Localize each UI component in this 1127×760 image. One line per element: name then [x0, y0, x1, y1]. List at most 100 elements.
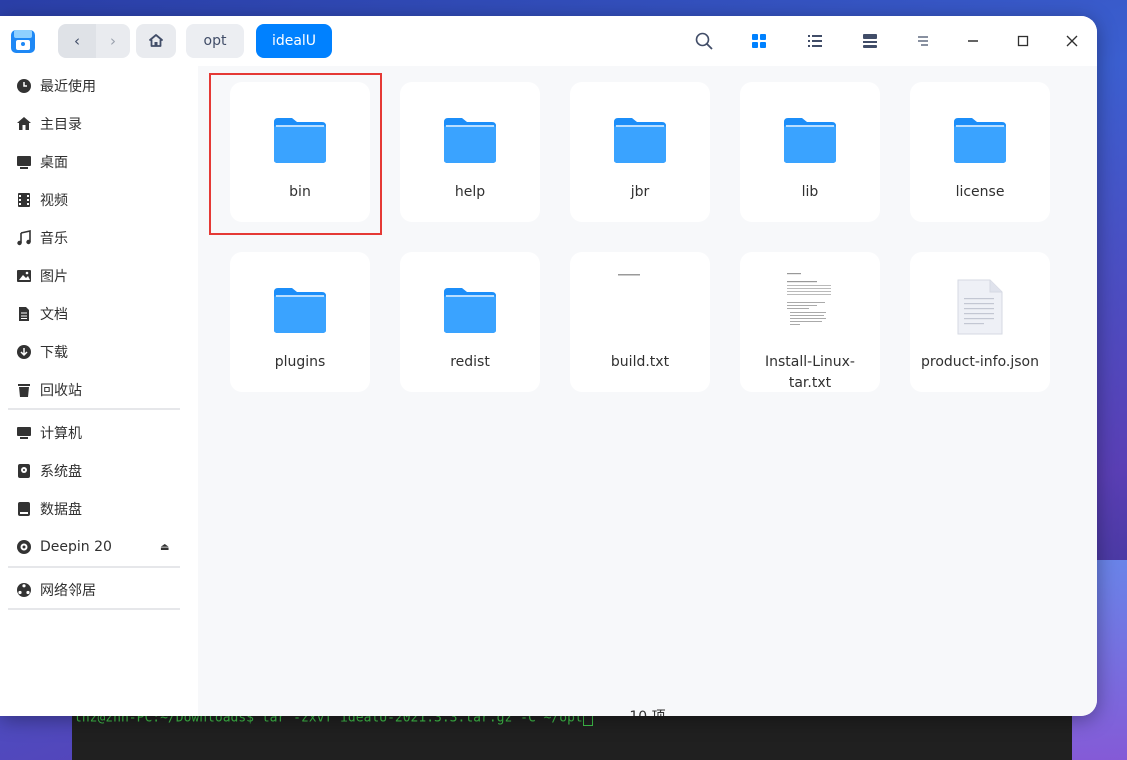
text-file-thumbnail-icon [608, 270, 672, 340]
sidebar-divider [8, 408, 180, 410]
computer-icon [17, 427, 31, 439]
system-disk-icon [18, 464, 30, 478]
breadcrumb-current[interactable]: idealU [256, 24, 332, 58]
folder-icon [274, 288, 326, 333]
network-icon [17, 583, 31, 597]
sidebar-item-label: 图片 [40, 269, 68, 285]
video-icon [18, 193, 30, 207]
music-icon [17, 230, 31, 246]
sidebar-item-system-disk[interactable]: 系统盘 [0, 453, 198, 489]
sidebar-item-label: 桌面 [40, 155, 68, 171]
search-icon [695, 32, 713, 50]
file-name: product-info.json [921, 354, 1039, 370]
search-button[interactable] [693, 30, 715, 52]
sidebar-item-label: 视频 [40, 193, 68, 209]
back-button[interactable]: ‹ [58, 24, 96, 58]
maximize-icon [1017, 35, 1029, 47]
folder-icon [784, 118, 836, 163]
folder-icon [444, 288, 496, 333]
file-name: build.txt [610, 354, 670, 370]
chevron-right-icon: › [110, 32, 116, 50]
json-file-icon [956, 278, 1004, 336]
close-button[interactable] [1061, 30, 1083, 52]
clock-icon [17, 79, 31, 93]
download-icon [17, 345, 31, 359]
sidebar-item-label: 最近使用 [40, 79, 96, 95]
eject-icon[interactable]: ⏏ [160, 542, 169, 553]
chevron-left-icon: ‹ [74, 32, 80, 50]
sidebar-item-label: 音乐 [40, 231, 68, 247]
sidebar-divider [8, 608, 180, 610]
sidebar-item-documents[interactable]: 文档 [0, 296, 198, 332]
file-name: help [454, 184, 486, 200]
sidebar-item-label: 回收站 [40, 383, 82, 399]
icon-view-button[interactable] [748, 30, 770, 52]
grid-view-icon [752, 34, 766, 48]
selection-highlight-box [209, 73, 382, 235]
picture-icon [17, 270, 31, 282]
sidebar-item-network[interactable]: 网络邻居 [0, 572, 198, 608]
file-item-product-info-json[interactable]: product-info.json [910, 252, 1050, 392]
sidebar-item-pictures[interactable]: 图片 [0, 258, 198, 294]
home-button[interactable] [136, 24, 176, 58]
maximize-button[interactable] [1012, 30, 1034, 52]
sidebar-item-trash[interactable]: 回收站 [0, 372, 198, 408]
sidebar-item-label: 计算机 [40, 426, 82, 442]
detail-view-button[interactable] [859, 30, 881, 52]
file-item-redist[interactable]: redist [400, 252, 540, 392]
sidebar: 最近使用 主目录 桌面 视频 音乐 图片 文档 下载 回收站 计算机 系统盘 数… [0, 66, 198, 716]
forward-button[interactable]: › [96, 24, 130, 58]
file-manager-window: ‹ › opt idealU 最近使用 主目录 桌面 视频 音乐 图片 文档 下… [0, 16, 1097, 716]
file-name: lib [801, 184, 819, 200]
main-menu-button[interactable] [912, 30, 934, 52]
list-view-button[interactable] [804, 30, 826, 52]
desktop-icon [17, 156, 31, 169]
file-item-plugins[interactable]: plugins [230, 252, 370, 392]
file-name: jbr [630, 184, 650, 200]
sidebar-divider [8, 566, 180, 568]
file-item-license[interactable]: license [910, 82, 1050, 222]
sidebar-item-music[interactable]: 音乐 [0, 220, 198, 256]
sidebar-item-home[interactable]: 主目录 [0, 106, 198, 142]
file-item-install-linux-tar-txt[interactable]: Install-Linux- tar.txt [740, 252, 880, 392]
breadcrumb-opt[interactable]: opt [186, 24, 244, 58]
file-item-lib[interactable]: lib [740, 82, 880, 222]
text-file-thumbnail-icon [784, 270, 836, 340]
folder-icon [444, 118, 496, 163]
minimize-button[interactable] [962, 30, 984, 52]
file-item-jbr[interactable]: jbr [570, 82, 710, 222]
file-name: Install-Linux- [765, 354, 855, 370]
data-disk-icon [18, 502, 30, 516]
sidebar-item-computer[interactable]: 计算机 [0, 415, 198, 451]
file-view[interactable]: bin help jbr lib license plugins redist [198, 66, 1097, 716]
titlebar: ‹ › opt idealU [0, 16, 1097, 66]
file-manager-app-icon[interactable] [9, 27, 37, 55]
file-name: redist [450, 354, 490, 370]
document-icon [19, 307, 29, 321]
file-name: license [955, 184, 1005, 200]
sidebar-item-desktop[interactable]: 桌面 [0, 144, 198, 180]
home-icon [17, 117, 31, 130]
folder-icon [954, 118, 1006, 163]
menu-icon [918, 36, 928, 46]
sidebar-item-deepin-20[interactable]: Deepin 20 ⏏ [0, 529, 198, 565]
sidebar-item-label: 文档 [40, 307, 68, 323]
folder-icon [614, 118, 666, 163]
sidebar-item-label: 数据盘 [40, 502, 82, 518]
item-count: 10 项 [198, 706, 1097, 716]
trash-icon [18, 384, 30, 397]
file-item-build-txt[interactable]: build.txt [570, 252, 710, 392]
sidebar-item-downloads[interactable]: 下载 [0, 334, 198, 370]
sidebar-item-videos[interactable]: 视频 [0, 182, 198, 218]
file-item-help[interactable]: help [400, 82, 540, 222]
home-icon [149, 34, 163, 47]
sidebar-item-label: 下载 [40, 345, 68, 361]
sidebar-item-recent[interactable]: 最近使用 [0, 68, 198, 104]
sidebar-item-label: Deepin 20 [40, 539, 112, 555]
detail-panel-icon [863, 34, 877, 48]
close-icon [1066, 35, 1078, 47]
minimize-icon [968, 40, 978, 42]
sidebar-item-data-disk[interactable]: 数据盘 [0, 491, 198, 527]
list-view-icon [808, 35, 822, 47]
sidebar-item-label: 网络邻居 [40, 583, 96, 599]
